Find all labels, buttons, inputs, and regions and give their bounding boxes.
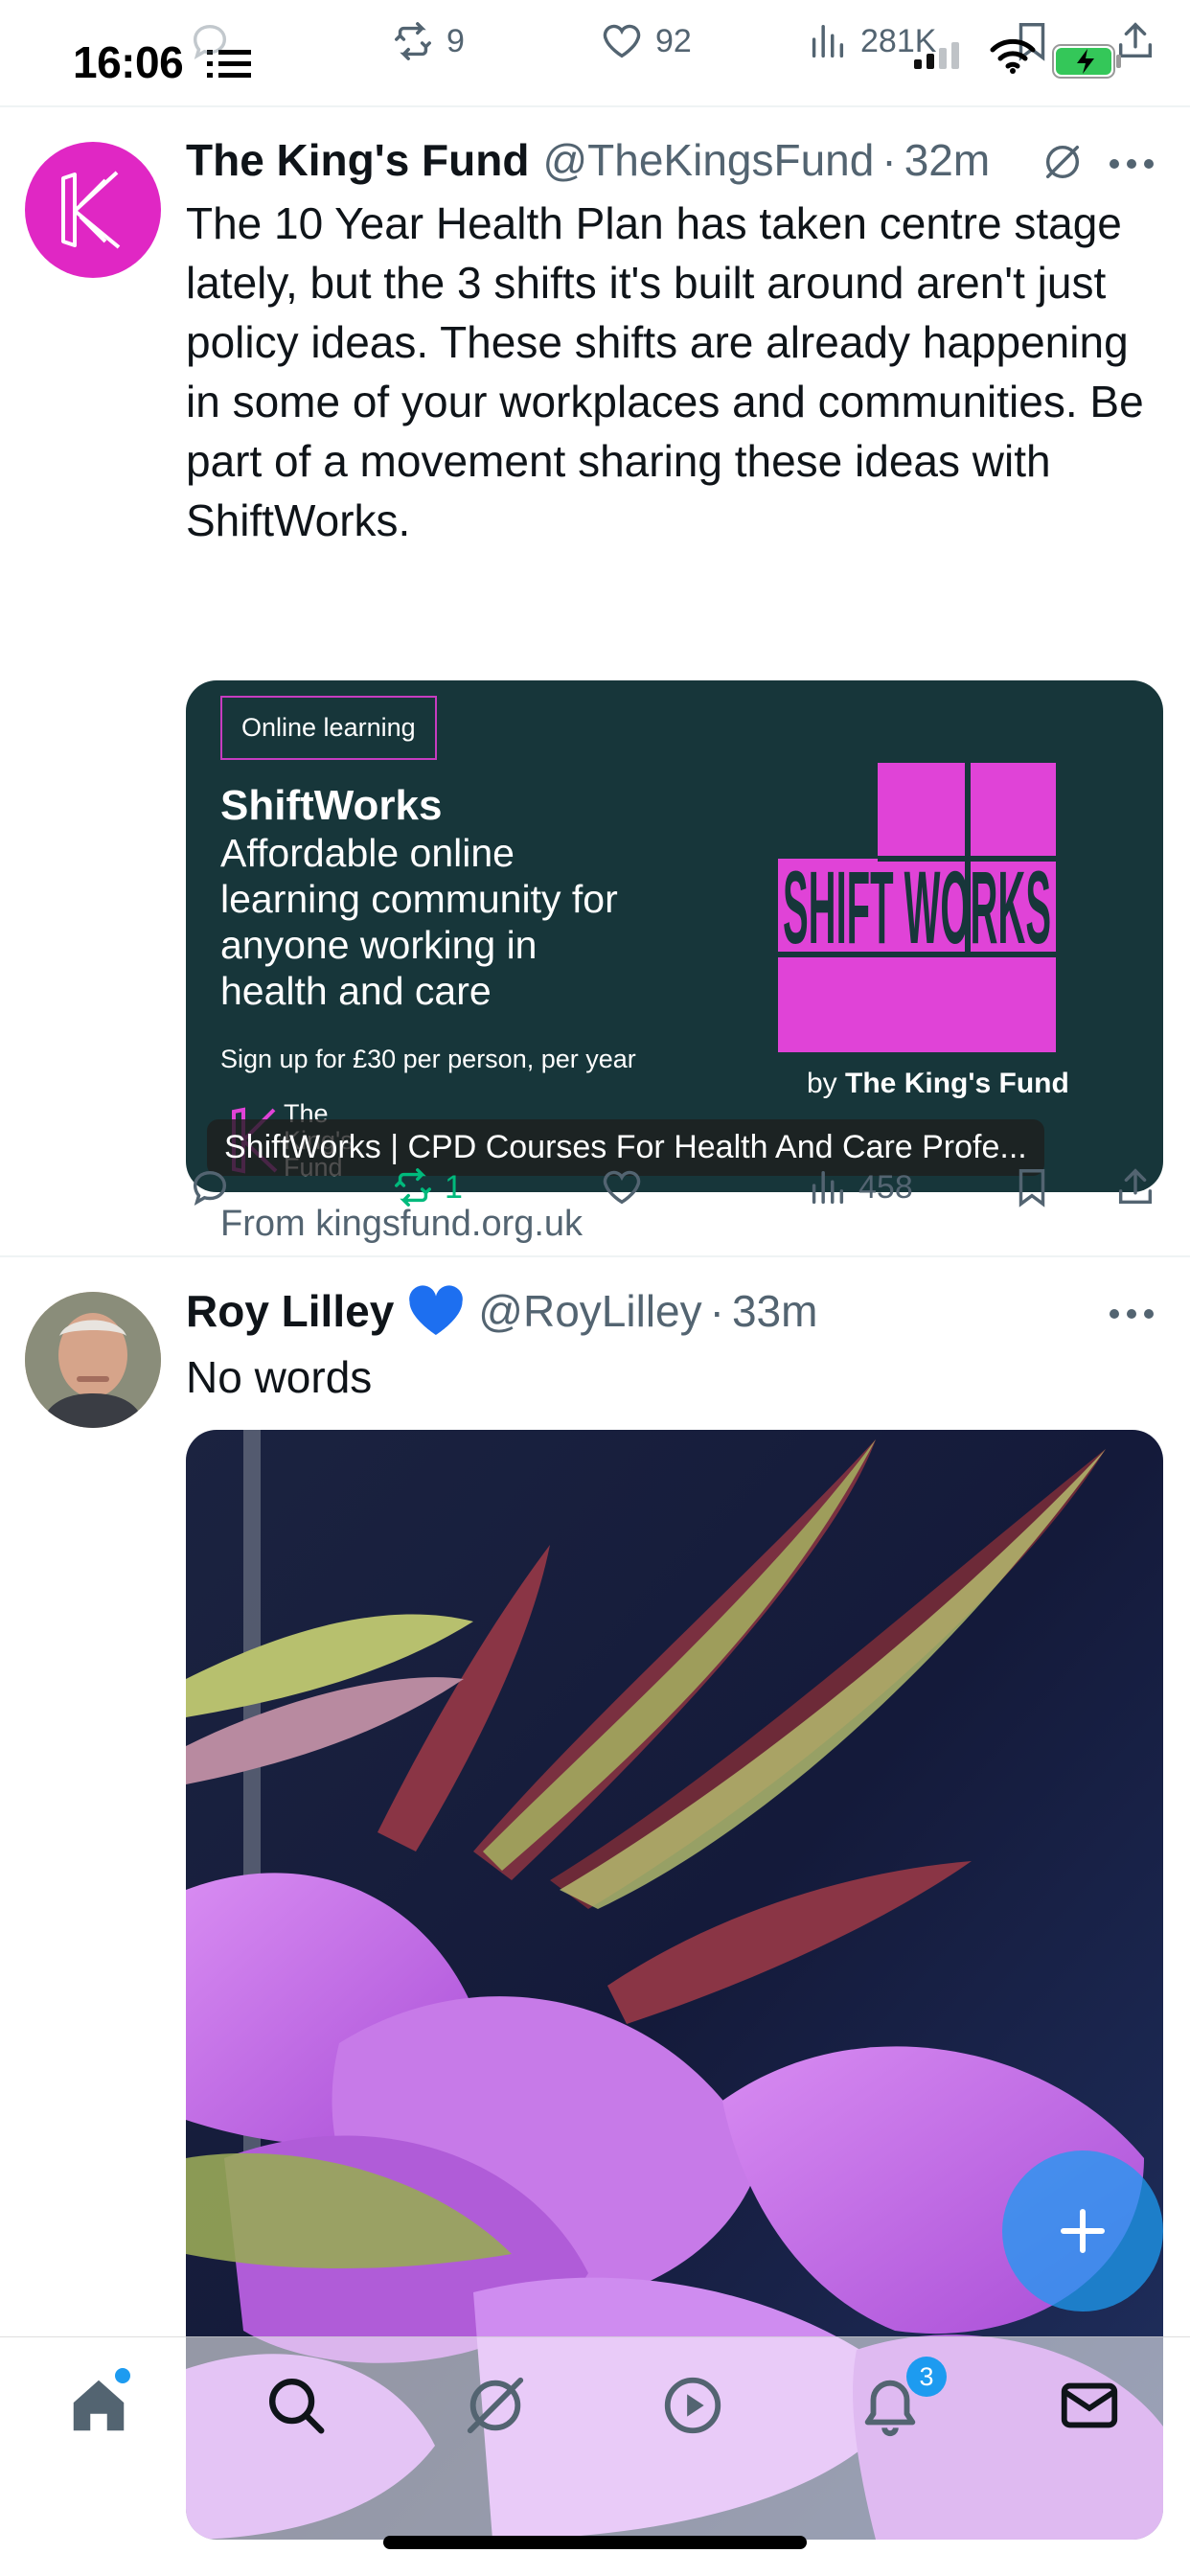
author-name[interactable]: Roy Lilley xyxy=(186,1285,394,1337)
card-price: Sign up for £30 per person, per year xyxy=(220,1045,636,1073)
card-title: ShiftWorks xyxy=(220,782,443,829)
avatar[interactable] xyxy=(25,1292,161,1428)
battery-charging-icon xyxy=(1052,44,1121,79)
reply-button[interactable] xyxy=(188,1165,241,1209)
mail-icon xyxy=(1061,2382,1118,2428)
tweet-time[interactable]: 33m xyxy=(732,1285,817,1337)
grok-icon[interactable] xyxy=(1041,140,1085,184)
share-icon xyxy=(1118,1168,1153,1205)
like-button[interactable] xyxy=(600,1165,653,1209)
shiftworks-logo: SHIFT WORKS xyxy=(778,763,1056,1052)
card-badge: Online learning xyxy=(220,696,437,760)
grok-icon xyxy=(467,2377,524,2434)
tweet-text: No words xyxy=(186,1352,373,1402)
author-handle[interactable]: @RoyLilley xyxy=(478,1285,701,1337)
plus-icon xyxy=(1061,2209,1105,2253)
prev-like-button[interactable]: 92 xyxy=(600,19,692,63)
tweet-text: The 10 Year Health Plan has taken centre… xyxy=(186,198,1144,545)
status-time: 16:06 xyxy=(73,37,184,87)
more-icon[interactable] xyxy=(1108,1307,1156,1321)
retweet-count: 1 xyxy=(445,1168,463,1206)
link-card[interactable]: Online learning ShiftWorks Affordable on… xyxy=(186,680,1163,1192)
bookmark-button[interactable] xyxy=(1010,1165,1054,1209)
tab-video[interactable] xyxy=(659,2372,726,2439)
retweet-icon xyxy=(395,22,431,60)
logo-text: SHIFT WORKS xyxy=(783,849,1051,965)
blue-heart-icon xyxy=(409,1285,464,1335)
bookmark-icon xyxy=(1018,1169,1045,1208)
tab-home[interactable] xyxy=(65,2368,132,2439)
tab-grok[interactable] xyxy=(462,2372,529,2439)
prev-retweet-count: 9 xyxy=(446,22,465,59)
tweet-time[interactable]: 32m xyxy=(904,134,990,186)
wifi-icon xyxy=(990,38,1036,74)
kings-fund-logo-icon xyxy=(61,171,121,249)
tab-messages[interactable] xyxy=(1056,2372,1123,2439)
notifications-badge: 3 xyxy=(906,2357,947,2397)
card-by: by The King's Fund xyxy=(807,1068,1069,1100)
status-bar: 16:06 9 92 281K xyxy=(0,0,1190,107)
heart-icon xyxy=(603,1170,641,1205)
author-name[interactable]: The King's Fund xyxy=(186,134,529,186)
card-subtitle: Affordable online learning community for… xyxy=(220,831,618,1013)
tab-search[interactable] xyxy=(263,2372,330,2439)
compose-button[interactable] xyxy=(1002,2150,1163,2312)
reply-icon xyxy=(193,24,227,59)
separator: · xyxy=(709,1286,724,1336)
tweet-kings-fund[interactable]: The King's Fund @TheKingsFund · 32m The … xyxy=(0,107,1190,1257)
play-icon xyxy=(664,2377,721,2434)
card-by-prefix: by xyxy=(807,1068,837,1099)
views-icon xyxy=(812,24,844,58)
more-icon[interactable] xyxy=(1108,157,1156,171)
separator: · xyxy=(881,135,897,185)
prev-reply-button[interactable] xyxy=(188,19,232,63)
home-unread-dot xyxy=(115,2368,130,2383)
views-button[interactable]: 458 xyxy=(805,1165,913,1209)
author-handle[interactable]: @TheKingsFund xyxy=(542,134,874,186)
retweet-button[interactable]: 1 xyxy=(391,1165,463,1209)
views-icon xyxy=(812,1170,844,1205)
prev-retweet-button[interactable]: 9 xyxy=(391,19,465,63)
signal-icon xyxy=(914,42,964,69)
share-button[interactable] xyxy=(1113,1165,1157,1209)
card-by-brand: The King's Fund xyxy=(845,1068,1069,1099)
home-indicator xyxy=(383,2536,807,2549)
tweet-actions: 1 458 xyxy=(0,1165,1190,1223)
prev-like-count: 92 xyxy=(655,22,692,59)
views-count: 458 xyxy=(858,1168,913,1206)
retweet-icon xyxy=(395,1168,431,1207)
user-photo-icon xyxy=(25,1292,161,1428)
reply-icon xyxy=(193,1170,227,1206)
heart-icon xyxy=(603,24,641,58)
avatar[interactable] xyxy=(25,142,161,278)
search-icon xyxy=(269,2379,325,2434)
